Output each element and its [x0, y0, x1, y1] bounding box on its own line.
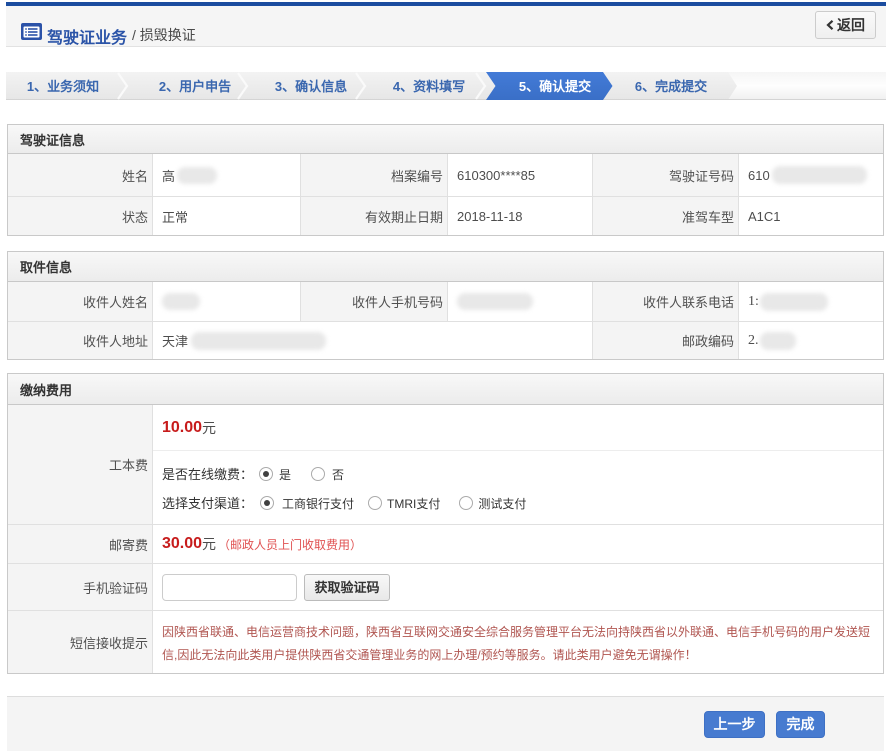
svg-text:1、业务须知: 1、业务须知 — [27, 79, 99, 94]
svg-text:2、用户申告: 2、用户申告 — [159, 79, 231, 94]
svg-text:3、确认信息: 3、确认信息 — [275, 79, 347, 94]
svg-text:5、确认提交: 5、确认提交 — [519, 79, 591, 94]
svg-text:6、完成提交: 6、完成提交 — [635, 79, 707, 94]
svg-text:4、资料填写: 4、资料填写 — [393, 79, 465, 94]
